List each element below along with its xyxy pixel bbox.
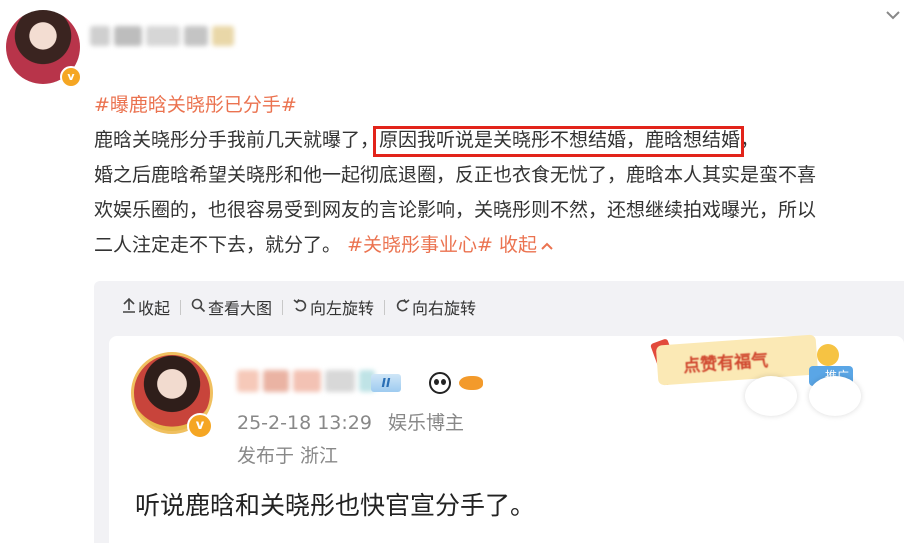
embedded-post-image[interactable]: v II 25-2-18 13:29 娱乐博主 发布于 浙江 听说鹿晗和关晓彤也… <box>109 334 904 543</box>
panda-icon <box>429 372 451 394</box>
verified-badge: v <box>60 66 82 88</box>
rotate-right-icon <box>395 298 410 317</box>
timestamp: 25-2-18 13:29 <box>237 412 372 434</box>
rotate-left-button[interactable]: 向左旋转 <box>293 295 374 319</box>
toolbar-divider <box>180 299 182 315</box>
rotate-right-button[interactable]: 向右旋转 <box>395 295 476 319</box>
embedded-author-name-blurred <box>237 370 377 392</box>
view-large-button[interactable]: 查看大图 <box>191 295 272 319</box>
rotate-left-icon <box>293 298 308 317</box>
post-text-line: 婚之后鹿晗希望关晓彤和他一起彻底退圈，反正也衣食无忧了，鹿晗本人其实是蛮不喜 <box>94 164 817 186</box>
promo-banner: 点赞有福气 <box>655 334 819 386</box>
post-text-punct: ， <box>740 129 760 151</box>
author-name-blurred[interactable] <box>90 26 250 46</box>
collapse-link[interactable]: 收起 <box>499 234 555 256</box>
toolbar-divider <box>384 299 386 315</box>
chevron-up-icon <box>541 242 553 250</box>
image-control-left <box>745 376 797 416</box>
rotate-right-label: 向右旋转 <box>412 299 477 318</box>
chevron-down-icon[interactable] <box>884 6 902 24</box>
media-toolbar: 收起 查看大图 向左旋转 向右旋转 <box>122 296 476 318</box>
hashtag-link[interactable]: #曝鹿晗关晓彤已分手# <box>94 94 297 116</box>
highlighted-text-content: 原因我听说是关晓彤不想结婚，鹿晗想结婚 <box>379 129 741 151</box>
embedded-post-text: 听说鹿晗和关晓彤也快官宣分手了。 <box>135 491 536 520</box>
collapse-button[interactable]: 收起 <box>122 295 170 319</box>
toolbar-divider <box>282 299 284 315</box>
fish-icon <box>459 376 483 390</box>
collapse-button-label: 收起 <box>138 299 171 318</box>
rotate-left-label: 向左旋转 <box>310 299 375 318</box>
promo-text: 点赞有福气 <box>682 350 769 377</box>
view-large-label: 查看大图 <box>208 299 273 318</box>
verified-badge: v <box>187 413 213 439</box>
embedded-meta: 25-2-18 13:29 娱乐博主 <box>237 408 464 435</box>
search-icon <box>191 298 206 317</box>
post-text-line: 鹿晗关晓彤分手我前几天就曝了， <box>94 129 380 151</box>
hashtag-link[interactable]: #关晓彤事业心# <box>347 234 493 256</box>
arrow-up-icon <box>122 297 136 317</box>
smiley-icon <box>817 344 839 366</box>
image-control-right <box>809 376 861 416</box>
author-role: 娱乐博主 <box>388 412 465 434</box>
post-text-line: 二人注定走不下去，就分了。 <box>94 234 342 256</box>
post-location: 发布于 浙江 <box>237 445 339 467</box>
post-body: #曝鹿晗关晓彤已分手# 鹿晗关晓彤分手我前几天就曝了，原因我听说是关晓彤不想结婚… <box>94 88 874 263</box>
collapse-label: 收起 <box>498 234 537 256</box>
level-badge: II <box>371 374 401 392</box>
highlighted-text: 原因我听说是关晓彤不想结婚，鹿晗想结婚 <box>373 123 745 158</box>
post-text-line: 欢娱乐圈的，也很容易受到网友的言论影响，关晓彤则不然，还想继续拍戏曝光，所以 <box>94 199 817 221</box>
